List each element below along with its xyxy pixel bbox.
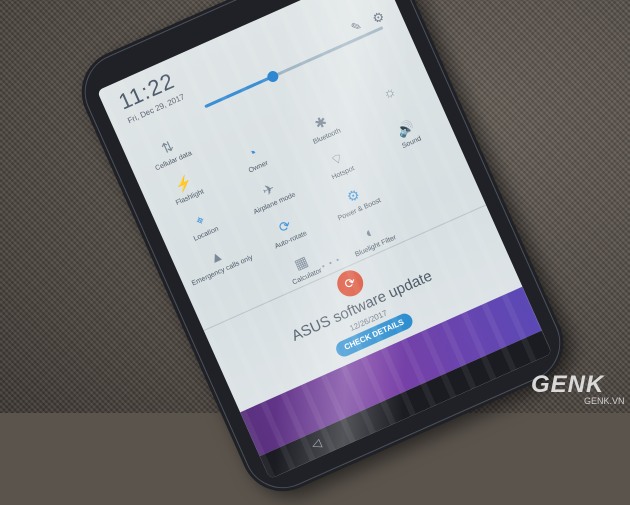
quick-tile-label: Sound <box>401 135 423 151</box>
notification-date: 12/26/2017 <box>348 308 389 333</box>
auto-rotate-icon: ⟳ <box>276 216 294 236</box>
quick-tile-label <box>392 161 461 192</box>
quick-tile-blank <box>198 94 283 161</box>
blank-icon <box>195 271 270 317</box>
quick-tile-label: Emergency calls only <box>190 254 255 288</box>
quick-tile-emergency-calls-only[interactable]: ▲ Emergency calls only <box>179 234 264 301</box>
update-notification[interactable]: ⟳ ASUS software update 12/26/2017 CHECK … <box>205 208 520 407</box>
quick-tile-label: Owner <box>247 159 270 175</box>
blank-icon: ☼ <box>380 82 399 102</box>
quick-tile-bluelight-filter[interactable]: ◐ Bluelight Filter <box>332 210 417 277</box>
quick-tile-label: Bluetooth <box>312 127 342 146</box>
quick-tile-hotspot[interactable]: ⌔ Hotspot <box>299 136 384 203</box>
quick-tile-label: Airplane mode <box>252 191 297 217</box>
sound-icon: 🔊 <box>394 117 417 140</box>
notification-title: ASUS software update <box>289 267 435 345</box>
hotspot-icon: ⌔ <box>327 149 347 170</box>
quick-tile-blank <box>267 63 352 130</box>
quick-tile-sound[interactable]: 🔊 Sound <box>368 106 453 173</box>
quick-settings-row: ⌖ Location ✈ Airplane mode ⌔ Hotspot 🔊 Sound <box>162 106 452 265</box>
quick-tile-label <box>275 82 344 113</box>
quick-tile-bluetooth[interactable]: ✱ Bluetooth <box>283 100 368 167</box>
quick-tile-label: Location <box>192 225 220 243</box>
clock-time: 11:22 <box>114 67 179 115</box>
quick-tile-blank <box>195 271 280 338</box>
power-boost-icon: ⚙ <box>344 185 363 206</box>
quick-tile-label: Flashlight <box>174 188 206 207</box>
quick-settings-row: ▦ Calculator ◐ Bluelight Filter <box>195 179 485 338</box>
quick-tile-blank <box>401 179 486 246</box>
watermark-logo: GENK <box>531 371 605 398</box>
quick-tile-label <box>409 197 478 228</box>
check-details-button[interactable]: CHECK DETAILS <box>333 311 416 360</box>
clock-date: Fri, Dec 29, 2017 <box>126 92 186 126</box>
quick-tile-label: Power & Boost <box>336 197 383 223</box>
blank-icon <box>384 143 459 189</box>
page-indicator-dots: ••• <box>320 253 346 272</box>
flashlight-icon: ⚡ <box>172 172 195 195</box>
quick-tile-owner[interactable]: ◔ Owner <box>215 130 300 197</box>
location-icon: ⌖ <box>193 211 207 229</box>
quick-tile-label <box>344 51 413 82</box>
quick-settings-row: ▲ Emergency calls only ⟳ Auto-rotate ⚙ Power … <box>179 143 469 302</box>
bluelight-filter-icon: ◐ <box>362 223 377 242</box>
edit-icon[interactable]: ✎ <box>349 18 364 35</box>
quick-tile-label <box>207 112 276 143</box>
wallpaper <box>240 286 542 457</box>
update-icon: ⟳ <box>333 266 368 301</box>
quick-tile-blank <box>335 33 420 100</box>
quick-tile-label <box>203 289 272 320</box>
blank-icon <box>401 179 476 225</box>
quick-tile-auto-rotate[interactable]: ⟳ Auto-rotate <box>247 204 332 271</box>
gear-icon[interactable]: ⚙ <box>370 8 387 27</box>
quick-tile-label: Calculator <box>291 267 324 287</box>
quick-tile-airplane-mode[interactable]: ✈ Airplane mode <box>231 167 316 234</box>
emergency-calls-only-icon: ▲ <box>206 246 226 267</box>
owner-icon: ◔ <box>245 143 260 163</box>
quick-settings-row: ⇅ Cellular data <box>130 33 420 192</box>
brightness-slider-knob[interactable] <box>265 69 281 84</box>
blank-icon <box>198 94 273 140</box>
airplane-mode-icon: ✈ <box>259 179 278 200</box>
quick-tile-label: Hotspot <box>330 165 356 182</box>
blank-icon <box>267 63 342 109</box>
bluetooth-icon: ✱ <box>312 112 330 133</box>
cellular-data-icon: ⇅ <box>158 137 177 157</box>
quick-tile-flashlight[interactable]: ⚡ Flashlight <box>146 161 231 228</box>
quick-tile-label: Cellular data <box>154 149 194 173</box>
quick-tile-label: Auto-rotate <box>273 230 309 251</box>
quick-tile-blank <box>384 143 469 210</box>
quick-tile-blank[interactable]: ☼ <box>352 69 437 136</box>
quick-settings-row: ⚡ Flashlight ◔ Owner ✱ Bluetooth ☼ <box>146 69 436 228</box>
divider <box>203 204 487 332</box>
blank-icon <box>335 33 410 79</box>
brightness-slider[interactable] <box>204 26 384 109</box>
quick-tile-label <box>360 88 429 119</box>
watermark-site: GENK.VN <box>584 396 625 406</box>
quick-tile-location[interactable]: ⌖ Location <box>162 198 247 265</box>
quick-tile-power-boost[interactable]: ⚙ Power & Boost <box>316 173 401 240</box>
quick-tile-calculator[interactable]: ▦ Calculator <box>263 240 348 307</box>
brightness-slider-fill <box>204 75 274 109</box>
quick-settings-grid: ⇅ Cellular data ⚡ Flashlight ◔ Owner ✱ Bluetoot… <box>130 33 485 338</box>
quick-tile-label: Bluelight Filter <box>354 234 398 259</box>
calculator-icon: ▦ <box>291 252 311 273</box>
back-icon[interactable]: ◁ <box>309 436 323 453</box>
quick-tile-cellular-data[interactable]: ⇅ Cellular data <box>130 124 215 191</box>
